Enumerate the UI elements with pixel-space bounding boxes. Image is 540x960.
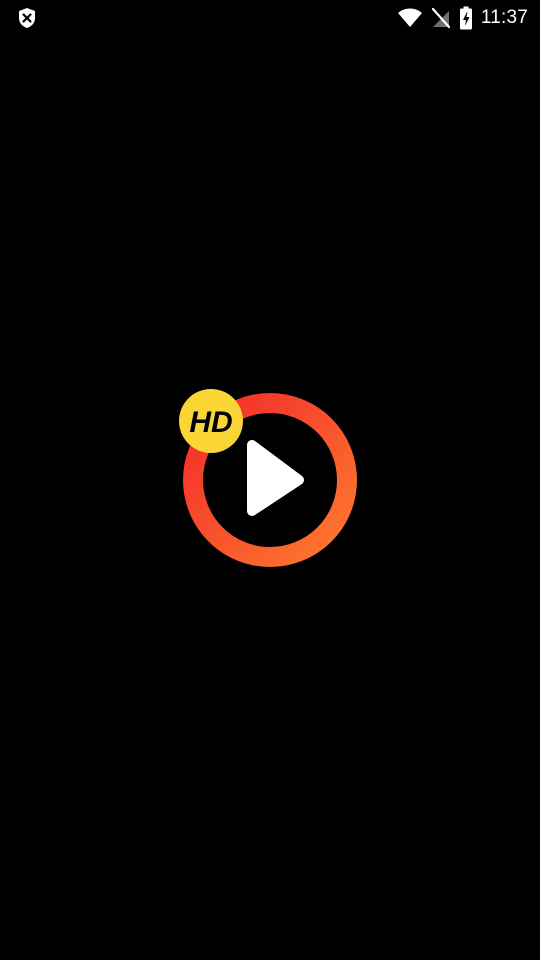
hd-badge-icon: HD: [179, 389, 243, 453]
splash-screen: HD: [0, 36, 540, 960]
status-time: 11:37: [480, 7, 528, 28]
signal-off-icon: [431, 7, 451, 29]
shield-x-icon: [16, 7, 38, 29]
battery-charging-icon: [459, 6, 473, 30]
status-bar: 11:37: [0, 0, 540, 36]
hd-badge-label: HD: [189, 406, 232, 439]
wifi-icon: [397, 7, 423, 29]
status-right: 11:37: [397, 6, 528, 30]
play-icon: [247, 440, 304, 516]
app-logo: HD: [177, 385, 363, 571]
